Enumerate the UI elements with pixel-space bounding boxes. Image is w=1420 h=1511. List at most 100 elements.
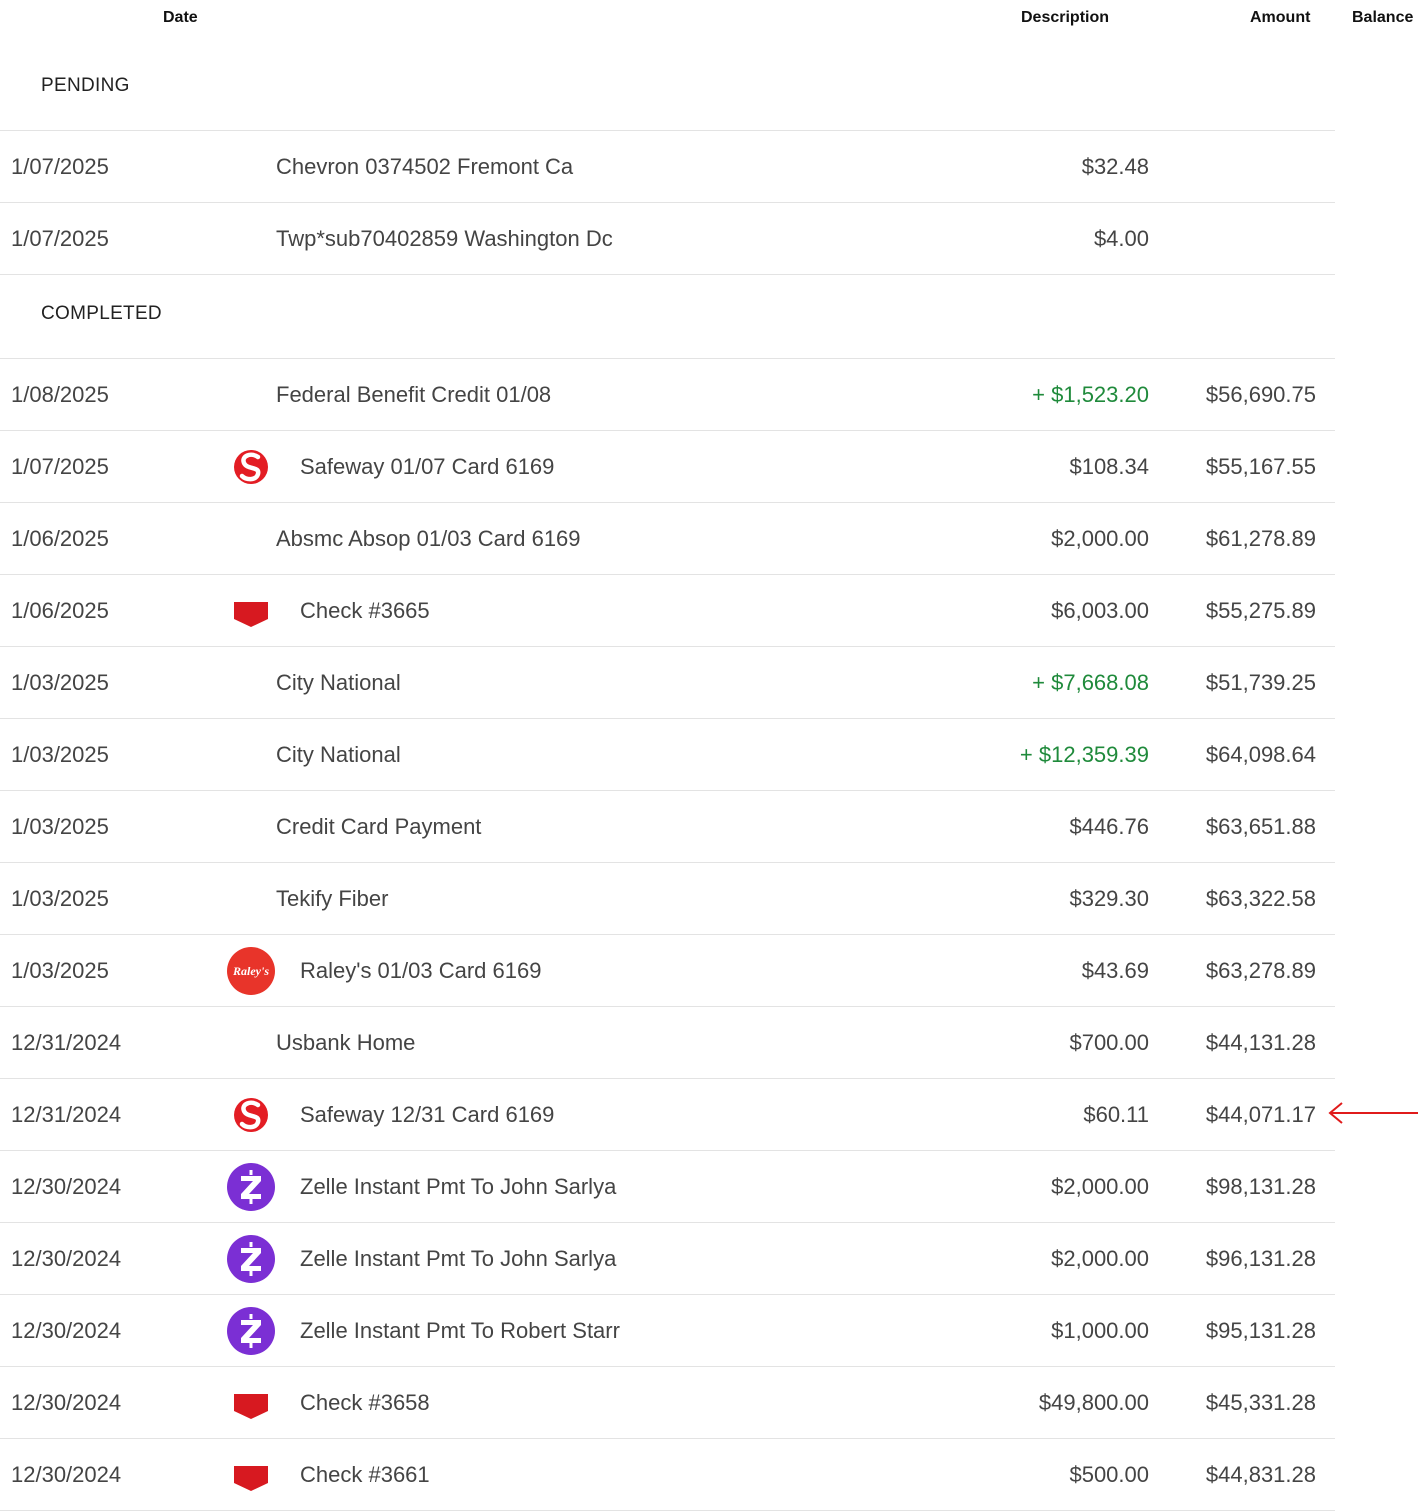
transaction-balance: $63,651.88 (1205, 813, 1316, 839)
raleys-logo-icon: Raley's (227, 946, 275, 995)
transaction-date: 1/08/2025 (11, 381, 109, 407)
column-header-description: Description (1021, 9, 1110, 26)
transaction-row[interactable]: 12/30/2024 Zelle Instant Pmt To Robert St… (0, 1295, 1335, 1367)
transaction-amount: $329.30 (1069, 885, 1149, 911)
transaction-balance: $98,131.28 (1205, 1173, 1316, 1199)
transaction-date: 12/30/2024 (11, 1173, 122, 1199)
transaction-date: 1/07/2025 (11, 225, 109, 251)
transaction-date: 1/03/2025 (11, 885, 109, 911)
transaction-date: 12/31/2024 (11, 1029, 122, 1055)
transaction-amount: $700.00 (1069, 1029, 1149, 1055)
transaction-date: 12/31/2024 (11, 1101, 122, 1127)
transaction-date: 1/06/2025 (11, 525, 109, 551)
transaction-amount: + $1,523.20 (1032, 381, 1149, 407)
zelle-logo-icon (227, 1162, 275, 1211)
transaction-description: Usbank Home (276, 1029, 416, 1055)
zelle-logo-icon (227, 1306, 275, 1355)
transaction-description: Credit Card Payment (276, 813, 482, 839)
section-pending-label: PENDING (41, 74, 130, 96)
transaction-description: City National (276, 669, 401, 695)
transaction-description: Check #3661 (300, 1461, 430, 1487)
transaction-description: Raley's 01/03 Card 6169 (300, 957, 542, 983)
transaction-description: Twp*sub70402859 Washington Dc (276, 225, 613, 251)
transaction-row[interactable]: 12/30/2024 Zelle Instant Pmt To John Sarl… (0, 1151, 1335, 1223)
transaction-row[interactable]: 1/03/2025 City National + $12,359.39 $64,09… (0, 719, 1335, 791)
transaction-amount: $446.76 (1069, 813, 1149, 839)
transaction-description: Zelle Instant Pmt To John Sarlya (300, 1173, 617, 1199)
check-icon (227, 1451, 275, 1499)
column-header-date: Date (163, 9, 198, 26)
transaction-description: Chevron 0374502 Fremont Ca (276, 153, 574, 179)
transaction-row[interactable]: 12/30/2024 Check #3658 $49,800.00 $45,331.2… (0, 1367, 1335, 1439)
transaction-description: Federal Benefit Credit 01/08 (276, 381, 552, 407)
transaction-balance: $45,331.28 (1205, 1389, 1316, 1415)
transaction-balance: $51,739.25 (1205, 669, 1316, 695)
transaction-amount: + $7,668.08 (1032, 669, 1149, 695)
transaction-date: 12/30/2024 (11, 1461, 122, 1487)
transaction-row[interactable]: 1/03/2025 Credit Card Payment $446.76 $63,6… (0, 791, 1335, 863)
transaction-description: Absmc Absop 01/03 Card 6169 (276, 525, 581, 551)
transaction-row[interactable]: 12/30/2024 Zelle Instant Pmt To John Sarl… (0, 1223, 1335, 1295)
transaction-amount: $6,003.00 (1051, 597, 1149, 623)
transaction-date: 1/03/2025 (11, 957, 109, 983)
transaction-row[interactable]: 1/06/2025 Absmc Absop 01/03 Card 6169 $2,0… (0, 503, 1335, 575)
transaction-date: 1/03/2025 (11, 741, 109, 767)
transaction-amount: $60.11 (1083, 1101, 1149, 1127)
transaction-date: 1/03/2025 (11, 813, 109, 839)
transaction-row[interactable]: 1/06/2025 Check #3665 $6,003.00 $55,275.89 (0, 575, 1335, 647)
transaction-balance: $55,167.55 (1205, 453, 1316, 479)
transaction-date: 1/06/2025 (11, 597, 109, 623)
transaction-date: 1/03/2025 (11, 669, 109, 695)
red-arrow-annotation-icon (1328, 1102, 1418, 1124)
transaction-balance: $64,098.64 (1205, 741, 1316, 767)
transaction-balance: $96,131.28 (1205, 1245, 1316, 1271)
column-header-balance: Balance (1352, 9, 1414, 26)
section-completed: COMPLETED (0, 276, 1335, 359)
transaction-amount: $43.69 (1081, 957, 1149, 983)
zelle-logo-icon (227, 1234, 275, 1283)
transaction-date: 1/07/2025 (11, 453, 109, 479)
transaction-balance: $63,322.58 (1205, 885, 1316, 911)
transaction-row[interactable]: 12/31/2024 Safeway 12/31 Card 6169 $60.11 $… (0, 1079, 1335, 1151)
transaction-row[interactable]: 1/03/2025 City National + $7,668.08 $51,739… (0, 647, 1335, 719)
transaction-balance: $63,278.89 (1205, 957, 1316, 983)
transaction-balance: $44,831.28 (1205, 1461, 1316, 1487)
transaction-amount: $49,800.00 (1038, 1389, 1149, 1415)
section-pending: PENDING (0, 48, 1335, 131)
transaction-amount: + $12,359.39 (1019, 741, 1149, 767)
transaction-row[interactable]: 12/30/2024 Check #3661 $500.00 $44,831.28 (0, 1439, 1335, 1511)
section-completed-label: COMPLETED (41, 302, 162, 324)
check-icon (227, 1379, 275, 1427)
check-icon (227, 587, 275, 635)
transaction-description: City National (276, 741, 401, 767)
transaction-balance: $56,690.75 (1205, 381, 1316, 407)
transaction-description: Tekify Fiber (276, 885, 389, 911)
transaction-amount: $2,000.00 (1051, 1173, 1149, 1199)
transaction-balance: $61,278.89 (1205, 525, 1316, 551)
transaction-row[interactable]: 1/07/2025 Twp*sub70402859 Washington Dc $4… (0, 203, 1335, 275)
transaction-amount: $32.48 (1081, 153, 1149, 179)
transaction-date: 12/30/2024 (11, 1245, 122, 1271)
transaction-description: Safeway 12/31 Card 6169 (300, 1101, 555, 1127)
transaction-row[interactable]: 1/03/2025 Tekify Fiber $329.30 $63,322.58 (0, 863, 1335, 935)
transaction-row[interactable]: 1/07/2025 Safeway 01/07 Card 6169 $108.34 $… (0, 431, 1335, 503)
transaction-balance: $44,071.17 (1205, 1101, 1316, 1127)
transaction-date: 12/30/2024 (11, 1317, 122, 1343)
transaction-description: Safeway 01/07 Card 6169 (300, 453, 555, 479)
transaction-row[interactable]: 1/07/2025 Chevron 0374502 Fremont Ca $32.4… (0, 131, 1335, 203)
transaction-balance: $55,275.89 (1205, 597, 1316, 623)
transaction-amount: $4.00 (1093, 225, 1149, 251)
transaction-amount: $2,000.00 (1051, 1245, 1149, 1271)
transaction-description: Zelle Instant Pmt To John Sarlya (300, 1245, 617, 1271)
raleys-logo-text: Raley's (232, 964, 269, 978)
transaction-amount: $108.34 (1069, 453, 1149, 479)
transaction-row[interactable]: 1/03/2025 Raley's Raley's 01/03 Card 6169 $… (0, 935, 1335, 1007)
transaction-row[interactable]: 12/31/2024 Usbank Home $700.00 $44,131.28 (0, 1007, 1335, 1079)
transaction-date: 1/07/2025 (11, 153, 109, 179)
safeway-logo-icon (227, 443, 275, 491)
safeway-logo-icon (227, 1091, 275, 1139)
transaction-date: 12/30/2024 (11, 1389, 122, 1415)
transaction-description: Zelle Instant Pmt To Robert Starr (300, 1317, 620, 1343)
transaction-balance: $95,131.28 (1205, 1317, 1316, 1343)
transaction-row[interactable]: 1/08/2025 Federal Benefit Credit 01/08 + $… (0, 359, 1335, 431)
